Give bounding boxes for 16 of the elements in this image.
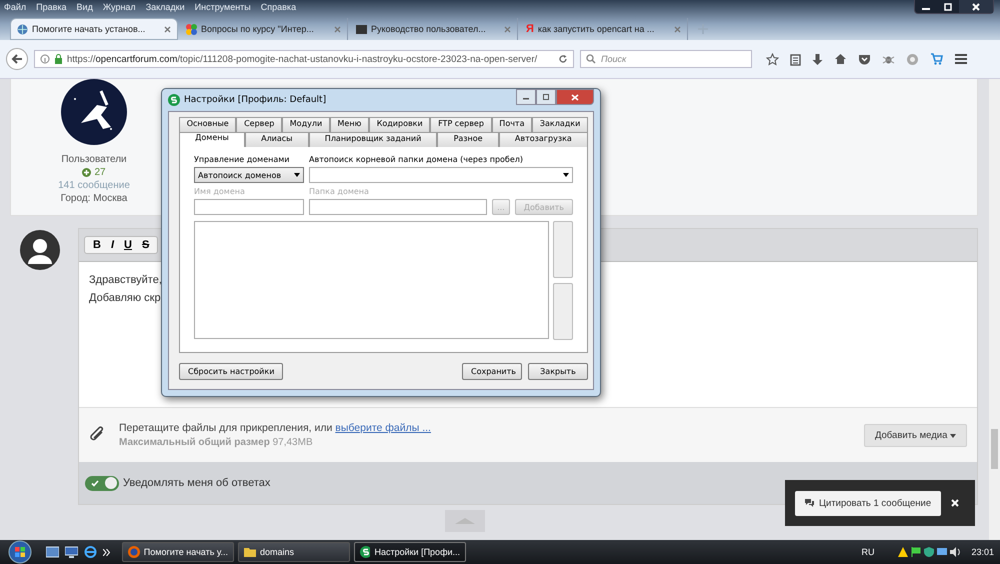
dialog-title: Настройки [Профиль: Default] — [184, 95, 326, 105]
clock: 23:01 — [971, 547, 994, 557]
editor-line: Добавляю скр — [89, 292, 162, 304]
reputation: 27 — [82, 166, 106, 179]
attach-instructions: Перетащите файлы для прикрепления, или выберите файлы ... — [119, 422, 432, 434]
user-city: Город: Москва — [60, 192, 128, 205]
field-label: Автопоиск корневой папки домена (через пробел) — [309, 155, 524, 164]
notify-label: Уведомлять меня об ответах — [123, 477, 270, 489]
field-label: Имя домена — [194, 187, 246, 196]
user-group: Пользователи — [61, 153, 127, 166]
field-label: Управление доменами — [194, 155, 290, 164]
field-label: Папка домена — [309, 187, 370, 196]
yandex-icon: Я — [526, 24, 534, 34]
post-count: 141 сообщение — [58, 179, 130, 192]
editor-line: Здравствуйте, — [89, 274, 163, 286]
max-size-text: Максимальный общий размер 97,43MB — [119, 437, 314, 448]
